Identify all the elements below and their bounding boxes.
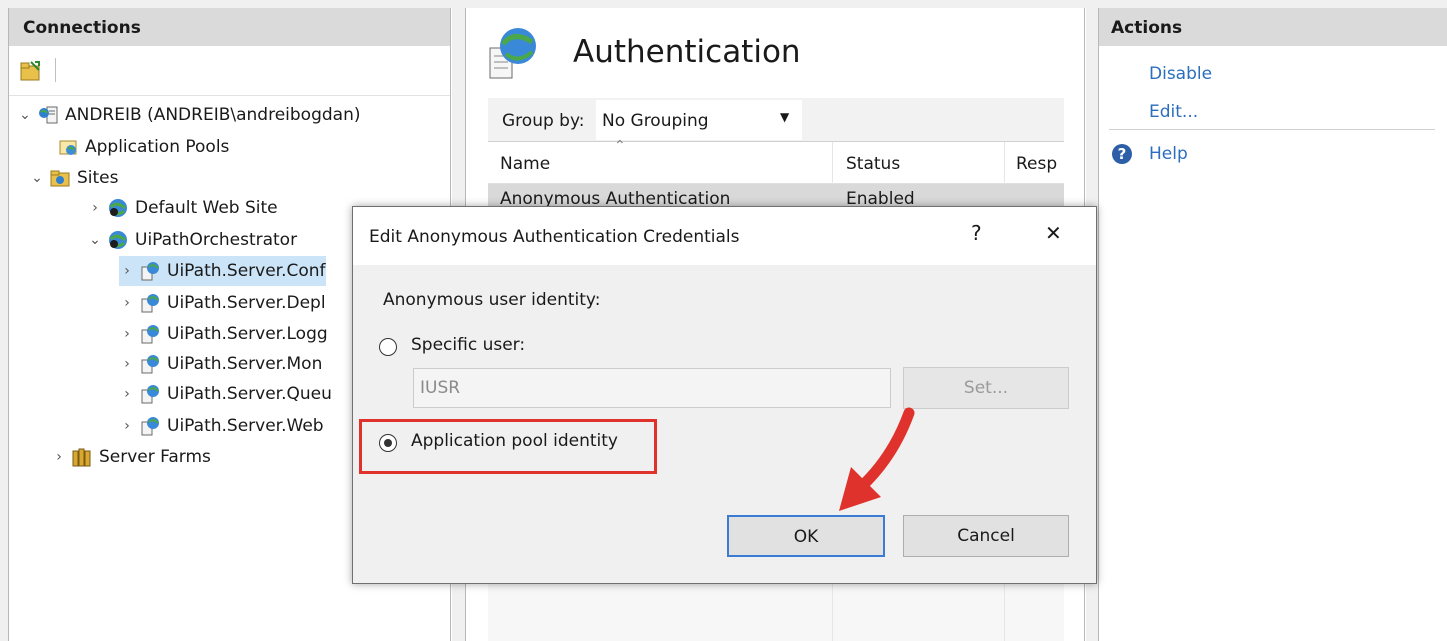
help-icon[interactable]: ? (1111, 143, 1133, 165)
table-header: Name ⌃ Status Resp (488, 138, 1064, 184)
help-button-icon[interactable]: ? (971, 221, 982, 245)
actions-header: Actions (1099, 8, 1447, 46)
chevron-right-icon[interactable]: › (87, 200, 103, 216)
dropdown-arrow-icon: ▼ (780, 110, 790, 124)
group-by-select[interactable]: No Grouping ▼ (596, 100, 802, 140)
tree-item-app-5[interactable]: › UiPath.Server.Web (119, 411, 324, 441)
website-globe-icon (109, 199, 127, 217)
annotation-arrow (839, 407, 915, 511)
tree-item-orchestrator[interactable]: ⌄ UiPathOrchestrator (87, 225, 297, 255)
tree-label-app: UiPath.Server.Depl (167, 293, 326, 313)
group-by-value: No Grouping (602, 111, 709, 131)
column-divider (1004, 142, 1005, 184)
tree-label-app: UiPath.Server.Web (167, 416, 324, 436)
tree-label-server: ANDREIB (ANDREIB\andreibogdan) (65, 105, 361, 125)
chevron-right-icon[interactable]: › (119, 326, 135, 342)
app-pools-icon (59, 140, 77, 155)
specific-user-input[interactable]: IUSR (413, 368, 891, 408)
specific-user-label[interactable]: Specific user: (411, 335, 525, 355)
chevron-right-icon[interactable]: › (51, 449, 67, 465)
specific-user-radio[interactable] (379, 338, 397, 356)
dialog-title: Edit Anonymous Authentication Credential… (369, 227, 740, 247)
help-link[interactable]: Help (1149, 144, 1188, 164)
server-icon (39, 106, 58, 124)
group-by-label: Group by: (502, 111, 585, 131)
web-app-icon (141, 262, 159, 281)
tree-label-app-pools: Application Pools (85, 137, 230, 157)
chevron-right-icon[interactable]: › (119, 356, 135, 372)
dialog-title-bar[interactable]: Edit Anonymous Authentication Credential… (353, 207, 1096, 265)
website-globe-icon (109, 231, 127, 249)
highlight-box (359, 419, 657, 474)
specific-user-value: IUSR (420, 378, 461, 398)
chevron-down-icon[interactable]: ⌄ (87, 232, 103, 248)
chevron-right-icon[interactable]: › (119, 386, 135, 402)
authentication-icon (489, 28, 536, 79)
column-header-response[interactable]: Resp (1016, 154, 1062, 174)
chevron-down-icon[interactable]: ⌄ (17, 107, 33, 123)
chevron-right-icon[interactable]: › (119, 263, 135, 279)
tree-label-server-farms: Server Farms (99, 447, 211, 467)
tree-item-server-farms[interactable]: › Server Farms (51, 442, 211, 472)
tree-item-app-3[interactable]: › UiPath.Server.Mon (119, 349, 322, 379)
web-app-icon (141, 325, 159, 344)
tree-item-app-pools[interactable]: Application Pools (53, 132, 229, 162)
connections-toolbar (9, 46, 450, 96)
edit-link[interactable]: Edit... (1149, 102, 1198, 122)
edit-credentials-dialog: Edit Anonymous Authentication Credential… (352, 206, 1097, 584)
server-farms-icon (72, 448, 91, 467)
left-margin (0, 0, 8, 641)
tree-item-server[interactable]: ⌄ ANDREIB (ANDREIB\andreibogdan) (17, 100, 360, 130)
column-header-status[interactable]: Status (846, 154, 900, 174)
tree-item-app-2[interactable]: › UiPath.Server.Logg (119, 319, 328, 349)
web-app-icon (141, 355, 159, 374)
actions-pane: Actions Disable Edit... ? Help (1098, 8, 1447, 641)
svg-text:?: ? (1118, 145, 1127, 163)
tree-label-orchestrator: UiPathOrchestrator (135, 230, 298, 250)
chevron-right-icon[interactable]: › (119, 295, 135, 311)
sites-folder-icon (50, 170, 70, 187)
set-button[interactable]: Set... (903, 367, 1069, 409)
identity-label: Anonymous user identity: (383, 290, 601, 310)
chevron-down-icon[interactable]: ⌄ (29, 170, 45, 186)
page-title: Authentication (573, 34, 801, 70)
column-header-name[interactable]: Name (500, 154, 550, 174)
group-by-bar: Group by: No Grouping ▼ (488, 98, 1064, 142)
ok-button[interactable]: OK (727, 515, 885, 557)
column-divider (832, 142, 833, 184)
tree-label-app: UiPath.Server.Logg (167, 324, 328, 344)
top-margin (0, 0, 1447, 8)
tree-item-app-1[interactable]: › UiPath.Server.Depl (119, 288, 326, 318)
connections-header: Connections (9, 8, 450, 46)
tree-item-app-0[interactable]: › UiPath.Server.Conf (119, 256, 326, 286)
close-icon[interactable]: ✕ (1045, 221, 1062, 245)
disable-link[interactable]: Disable (1149, 64, 1212, 84)
actions-divider (1109, 129, 1435, 130)
sort-ascending-icon: ⌃ (614, 138, 626, 154)
chevron-right-icon[interactable]: › (119, 418, 135, 434)
toolbar-separator (55, 58, 56, 82)
tree-item-app-4[interactable]: › UiPath.Server.Queu (119, 379, 332, 409)
tree-label-app: UiPath.Server.Mon (167, 354, 323, 374)
web-app-icon (141, 417, 159, 436)
web-app-icon (141, 294, 159, 313)
cancel-button[interactable]: Cancel (903, 515, 1069, 557)
tree-label-app: UiPath.Server.Conf (167, 261, 326, 281)
create-connection-icon[interactable] (19, 60, 43, 82)
tree-item-default-site[interactable]: › Default Web Site (87, 193, 278, 223)
tree-label-sites: Sites (77, 168, 119, 188)
tree-label-app: UiPath.Server.Queu (167, 384, 332, 404)
tree-label-default-site: Default Web Site (135, 198, 278, 218)
tree-item-sites[interactable]: ⌄ Sites (29, 163, 119, 193)
web-app-icon (141, 385, 159, 404)
